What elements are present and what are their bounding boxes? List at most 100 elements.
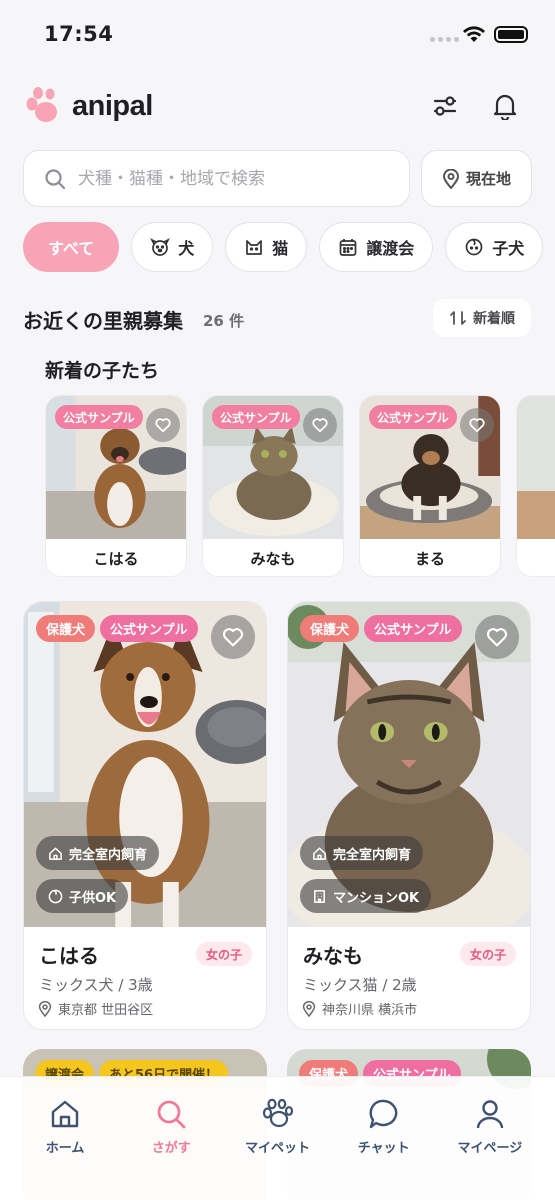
filter-chip-puppy[interactable]: 子犬 xyxy=(445,222,544,272)
pet-name: こはる xyxy=(93,550,139,568)
search-icon xyxy=(45,168,66,189)
app-logo: anipal xyxy=(24,86,153,126)
current-location-button[interactable]: 現在地 xyxy=(421,150,532,207)
filter-chips: すべて 犬 猫 譲渡会 子犬 xyxy=(23,222,544,272)
sample-badge: 公式サンプル xyxy=(100,615,198,642)
sort-icon xyxy=(450,311,466,325)
pet-location: 神奈川県 横浜市 xyxy=(302,999,417,1018)
sex-badge: 女の子 xyxy=(195,942,252,966)
new-arrivals-title: 新着の子たち xyxy=(45,360,160,382)
app-name: anipal xyxy=(72,89,153,122)
pet-name: みなも xyxy=(250,550,296,568)
filter-chip-label: すべて xyxy=(48,239,95,258)
tab-label: チャット xyxy=(357,1141,410,1156)
feature-label: 完全室内飼育 xyxy=(333,847,412,863)
sort-label: 新着順 xyxy=(473,311,515,327)
house-icon xyxy=(313,847,326,860)
sample-tag: 公式サンプル xyxy=(55,405,143,429)
new-arrival-card[interactable]: 公式サンプル みなも xyxy=(202,395,344,577)
feature-label: 完全室内飼育 xyxy=(69,847,148,863)
rescue-badge: 保護犬 xyxy=(300,615,360,642)
house-icon xyxy=(49,847,62,860)
building-icon xyxy=(314,889,325,903)
feature-tag: 子供OK xyxy=(36,879,129,913)
listing-card[interactable]: 保護犬 公式サンプル 完全室内飼育 マンションOK みなも 女の子 ミックス猫 … xyxy=(287,601,531,1030)
sliders-icon xyxy=(433,96,457,116)
heart-icon xyxy=(312,418,328,433)
pet-breed-age: ミックス猫 / 2歳 xyxy=(303,976,417,994)
favorite-button[interactable] xyxy=(303,408,337,442)
heart-icon xyxy=(155,418,171,433)
pet-name: まる xyxy=(414,550,445,568)
notification-button[interactable] xyxy=(487,88,523,124)
filter-chip-cat[interactable]: 猫 xyxy=(225,222,308,272)
filter-chip-label: 犬 xyxy=(178,239,195,258)
location-pin-icon xyxy=(442,168,459,189)
search-input[interactable] xyxy=(78,168,378,189)
pet-name: みなも xyxy=(303,944,363,968)
puppy-icon xyxy=(465,238,483,256)
new-arrival-card[interactable]: 公式サンプル こはる xyxy=(45,395,187,577)
sample-badge: 公式サンプル xyxy=(364,615,462,642)
dog-icon xyxy=(150,238,171,256)
user-icon xyxy=(476,1100,504,1129)
new-arrival-card-partial[interactable] xyxy=(516,395,555,577)
location-pin-icon xyxy=(38,1000,52,1017)
tab-chat[interactable]: チャット xyxy=(336,1097,432,1200)
new-arrival-card[interactable]: 公式サンプル まる xyxy=(359,395,501,577)
filter-chip-dog[interactable]: 犬 xyxy=(131,222,214,272)
battery-icon xyxy=(494,26,528,43)
sample-tag: 公式サンプル xyxy=(369,405,457,429)
feature-label: マンションOK xyxy=(333,890,420,906)
location-label: 神奈川県 横浜市 xyxy=(322,1003,418,1018)
filter-chip-adoption-event[interactable]: 譲渡会 xyxy=(319,222,434,272)
pet-breed-age: ミックス犬 / 3歳 xyxy=(39,976,153,994)
paw-logo-icon xyxy=(26,87,57,122)
tab-my-page[interactable]: マイページ xyxy=(442,1097,538,1200)
tab-my-pet[interactable]: マイペット xyxy=(229,1097,325,1200)
signal-icon xyxy=(430,37,459,42)
filter-chip-label: 猫 xyxy=(272,239,289,258)
wifi-icon xyxy=(463,26,485,42)
heart-icon xyxy=(222,628,244,647)
current-location-label: 現在地 xyxy=(465,170,511,188)
tab-search[interactable]: さがす xyxy=(123,1097,219,1200)
tab-label: ホーム xyxy=(45,1141,85,1156)
pet-location: 東京都 世田谷区 xyxy=(38,999,153,1018)
sort-button[interactable]: 新着順 xyxy=(433,299,531,337)
heart-icon xyxy=(486,628,508,647)
favorite-button[interactable] xyxy=(475,615,519,659)
bell-icon xyxy=(493,94,517,120)
pet-name: こはる xyxy=(39,944,99,968)
feature-tag: 完全室内飼育 xyxy=(300,836,424,870)
tab-label: さがす xyxy=(151,1141,191,1156)
listing-badges: 保護犬 公式サンプル xyxy=(300,615,462,642)
listing-badges: 保護犬 公式サンプル xyxy=(36,615,198,642)
filter-chip-all[interactable]: すべて xyxy=(23,222,120,272)
status-bar: 17:54 xyxy=(0,0,555,70)
listing-card[interactable]: 保護犬 公式サンプル 完全室内飼育 子供OK こはる 女の子 ミックス犬 / 3… xyxy=(23,601,267,1030)
filter-chip-label: 譲渡会 xyxy=(366,239,415,258)
feature-tag: 完全室内飼育 xyxy=(36,836,160,870)
favorite-button[interactable] xyxy=(460,408,494,442)
feature-label: 子供OK xyxy=(69,890,117,906)
sex-badge: 女の子 xyxy=(459,942,516,966)
child-icon xyxy=(48,889,63,903)
filter-chip-label: 子犬 xyxy=(492,239,525,258)
paw-icon xyxy=(263,1098,294,1128)
chat-icon xyxy=(369,1099,397,1129)
favorite-button[interactable] xyxy=(211,615,255,659)
tab-home[interactable]: ホーム xyxy=(17,1097,113,1200)
favorite-button[interactable] xyxy=(146,408,180,442)
location-label: 東京都 世田谷区 xyxy=(58,1003,154,1018)
rescue-badge: 保護犬 xyxy=(36,615,96,642)
location-pin-icon xyxy=(302,1000,316,1017)
heart-icon xyxy=(469,418,485,433)
filter-settings-button[interactable] xyxy=(427,88,463,124)
status-time: 17:54 xyxy=(44,22,114,46)
sample-tag: 公式サンプル xyxy=(212,405,300,429)
search-icon xyxy=(157,1100,186,1129)
cat-icon xyxy=(246,240,263,255)
tab-label: マイページ xyxy=(457,1141,523,1156)
search-bar[interactable] xyxy=(23,150,410,207)
